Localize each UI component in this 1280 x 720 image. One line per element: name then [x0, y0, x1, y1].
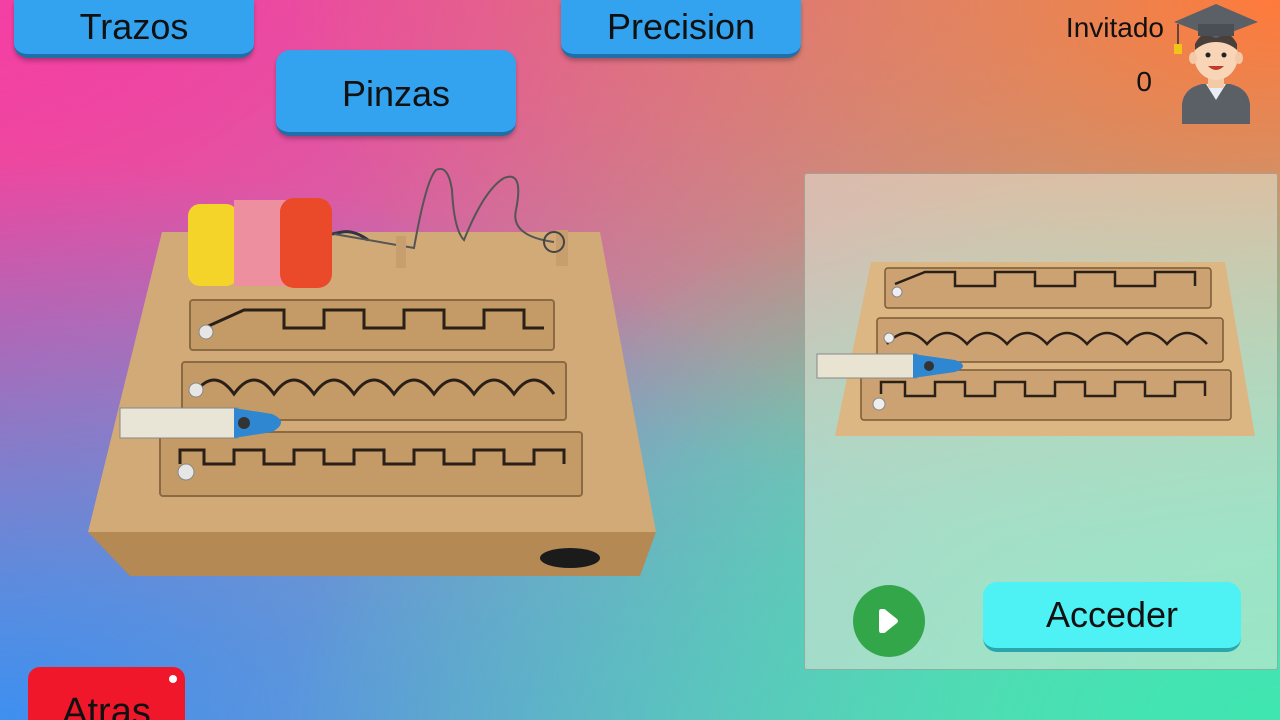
- precision-label: Precision: [606, 6, 756, 47]
- tracing-board-preview-image: [816, 262, 1255, 436]
- play-icon: [879, 609, 898, 633]
- atras-label: Atras: [62, 690, 151, 720]
- user-score: 0: [1136, 66, 1152, 97]
- trazos-button[interactable]: Trazos: [14, 0, 254, 58]
- tracing-board-image: [88, 168, 656, 576]
- pinzas-button[interactable]: Pinzas: [276, 50, 516, 136]
- indicator-dot: [169, 675, 177, 683]
- pinzas-label: Pinzas: [341, 73, 451, 114]
- trazos-label: Trazos: [79, 6, 189, 47]
- acceder-button[interactable]: Acceder: [983, 582, 1241, 652]
- graduate-avatar-icon: [1174, 4, 1258, 124]
- user-name: Invitado: [1065, 12, 1164, 43]
- atras-button[interactable]: Atras: [28, 667, 185, 720]
- acceder-label: Acceder: [1045, 594, 1179, 635]
- preview-panel: Acceder: [804, 173, 1278, 670]
- play-button[interactable]: [853, 585, 925, 657]
- precision-button[interactable]: Precision: [561, 0, 801, 58]
